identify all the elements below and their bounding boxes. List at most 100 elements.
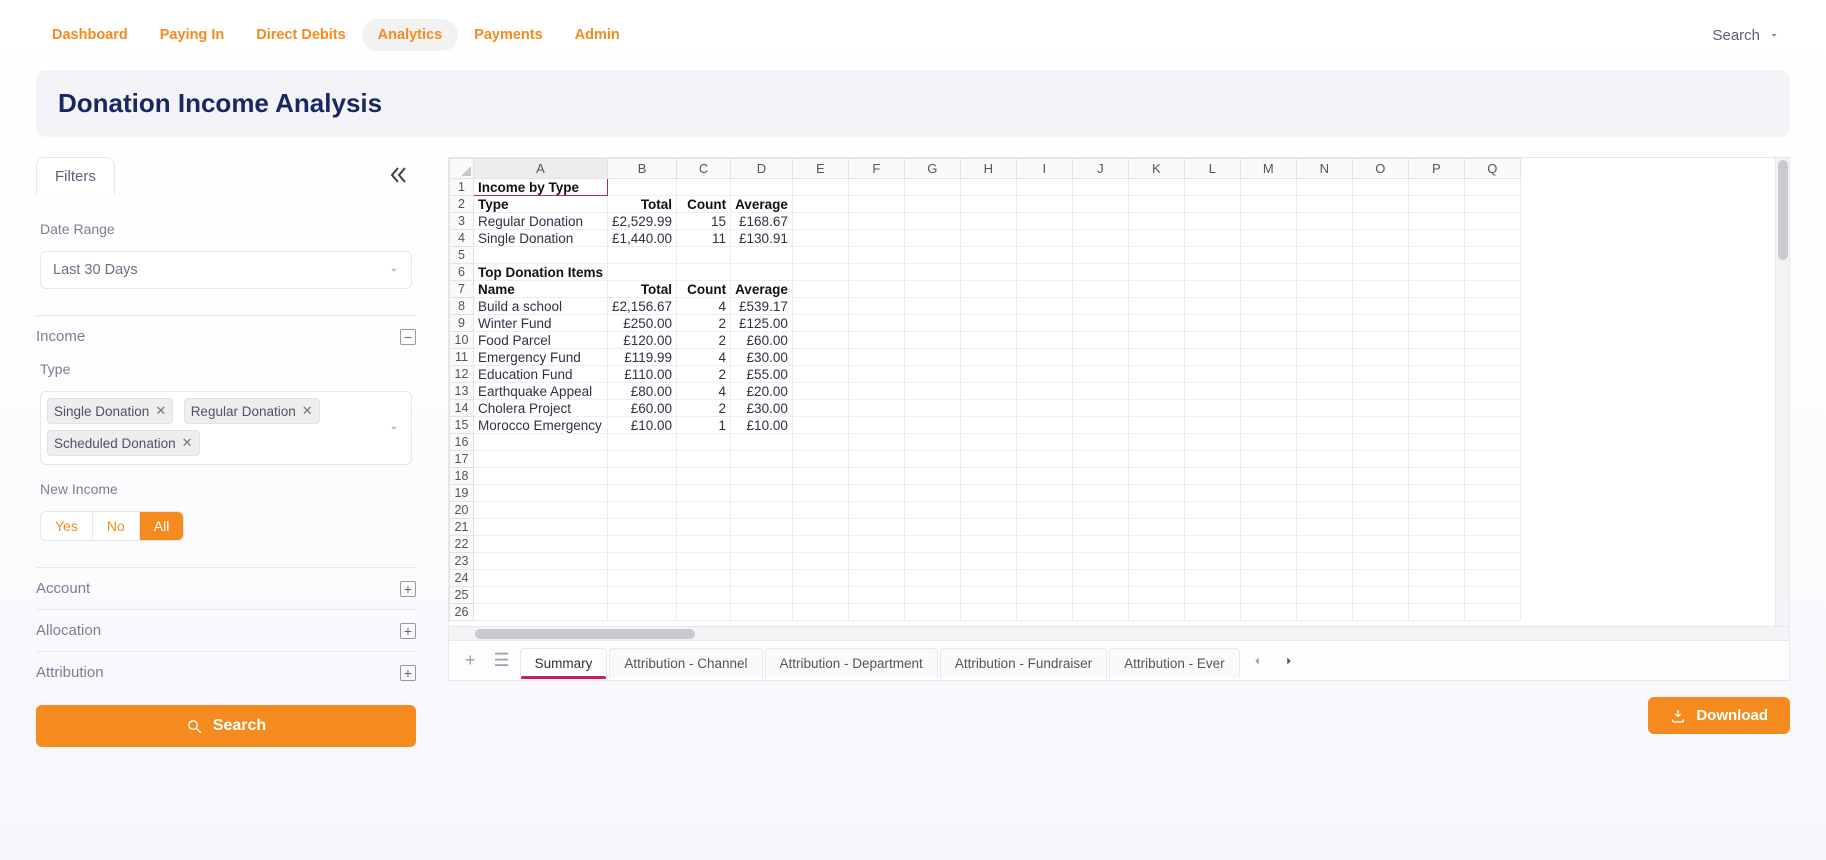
cell[interactable] — [904, 451, 960, 468]
cell[interactable] — [1240, 502, 1296, 519]
cell[interactable] — [1016, 179, 1072, 196]
nav-dashboard[interactable]: Dashboard — [36, 19, 144, 51]
cell[interactable]: £110.00 — [608, 366, 677, 383]
cell[interactable] — [1184, 179, 1240, 196]
cell[interactable] — [731, 434, 793, 451]
row-header[interactable]: 1 — [450, 179, 474, 196]
nav-payments[interactable]: Payments — [458, 19, 559, 51]
cell[interactable] — [677, 451, 731, 468]
cell[interactable] — [1184, 434, 1240, 451]
cell[interactable] — [1464, 604, 1520, 621]
row-header[interactable]: 10 — [450, 332, 474, 349]
cell[interactable] — [1352, 468, 1408, 485]
cell[interactable] — [1240, 417, 1296, 434]
cell[interactable] — [474, 247, 608, 264]
cell[interactable] — [1408, 179, 1464, 196]
cell[interactable] — [1128, 587, 1184, 604]
cell[interactable] — [1408, 230, 1464, 247]
cell[interactable] — [1184, 366, 1240, 383]
cell[interactable] — [904, 196, 960, 213]
cell[interactable] — [1464, 366, 1520, 383]
cell[interactable] — [1016, 553, 1072, 570]
cell[interactable]: Winter Fund — [474, 315, 608, 332]
cell[interactable]: Earthquake Appeal — [474, 383, 608, 400]
cell[interactable] — [1016, 570, 1072, 587]
cell[interactable] — [792, 196, 848, 213]
cell[interactable] — [1296, 230, 1352, 247]
cell[interactable] — [1016, 383, 1072, 400]
cell[interactable] — [792, 213, 848, 230]
cell[interactable] — [848, 264, 904, 281]
cell[interactable] — [608, 451, 677, 468]
cell[interactable] — [1464, 349, 1520, 366]
cell[interactable] — [960, 179, 1016, 196]
cell[interactable]: Cholera Project — [474, 400, 608, 417]
cell[interactable] — [1240, 315, 1296, 332]
cell[interactable] — [1296, 519, 1352, 536]
cell[interactable] — [1240, 264, 1296, 281]
cell[interactable] — [792, 230, 848, 247]
cell[interactable] — [1296, 349, 1352, 366]
cell[interactable] — [474, 536, 608, 553]
cell[interactable] — [1184, 553, 1240, 570]
cell[interactable] — [1128, 400, 1184, 417]
cell[interactable] — [1464, 332, 1520, 349]
cell[interactable] — [1352, 213, 1408, 230]
cell[interactable] — [1184, 485, 1240, 502]
row-header[interactable]: 16 — [450, 434, 474, 451]
cell[interactable] — [1352, 400, 1408, 417]
cell[interactable]: Single Donation — [474, 230, 608, 247]
cell[interactable] — [1016, 332, 1072, 349]
cell[interactable] — [1184, 587, 1240, 604]
cell[interactable] — [1072, 553, 1128, 570]
cell[interactable] — [1240, 536, 1296, 553]
cell[interactable] — [1408, 536, 1464, 553]
cell[interactable] — [1072, 366, 1128, 383]
cell[interactable] — [904, 400, 960, 417]
cell[interactable] — [1464, 485, 1520, 502]
cell[interactable] — [1016, 434, 1072, 451]
cell[interactable] — [848, 366, 904, 383]
cell[interactable] — [1352, 264, 1408, 281]
cell[interactable] — [1408, 400, 1464, 417]
cell[interactable] — [960, 485, 1016, 502]
cell[interactable] — [1128, 536, 1184, 553]
cell[interactable] — [1240, 400, 1296, 417]
cell[interactable] — [960, 570, 1016, 587]
cell[interactable] — [1464, 179, 1520, 196]
cell[interactable] — [1352, 383, 1408, 400]
cell[interactable] — [1464, 451, 1520, 468]
cell[interactable] — [474, 434, 608, 451]
cell[interactable] — [731, 553, 793, 570]
col-header[interactable]: F — [848, 159, 904, 179]
cell[interactable] — [792, 570, 848, 587]
cell[interactable] — [1128, 485, 1184, 502]
cell[interactable] — [960, 553, 1016, 570]
cell[interactable] — [904, 417, 960, 434]
row-header[interactable]: 9 — [450, 315, 474, 332]
cell[interactable] — [1128, 179, 1184, 196]
cell[interactable] — [1352, 604, 1408, 621]
cell[interactable] — [1296, 570, 1352, 587]
cell[interactable] — [904, 179, 960, 196]
cell[interactable] — [792, 349, 848, 366]
cell[interactable]: £130.91 — [731, 230, 793, 247]
cell[interactable] — [848, 349, 904, 366]
cell[interactable] — [1464, 247, 1520, 264]
cell[interactable] — [474, 468, 608, 485]
cell[interactable] — [1072, 332, 1128, 349]
col-header[interactable]: E — [792, 159, 848, 179]
cell[interactable] — [904, 230, 960, 247]
download-button[interactable]: Download — [1648, 697, 1790, 734]
cell[interactable] — [1072, 587, 1128, 604]
cell[interactable]: 4 — [677, 383, 731, 400]
cell[interactable]: Total — [608, 281, 677, 298]
cell[interactable] — [474, 587, 608, 604]
col-header[interactable]: B — [608, 159, 677, 179]
cell[interactable] — [1072, 383, 1128, 400]
cell[interactable] — [731, 604, 793, 621]
cell[interactable] — [1184, 247, 1240, 264]
cell[interactable] — [1016, 264, 1072, 281]
cell[interactable] — [1184, 298, 1240, 315]
col-header[interactable]: J — [1072, 159, 1128, 179]
